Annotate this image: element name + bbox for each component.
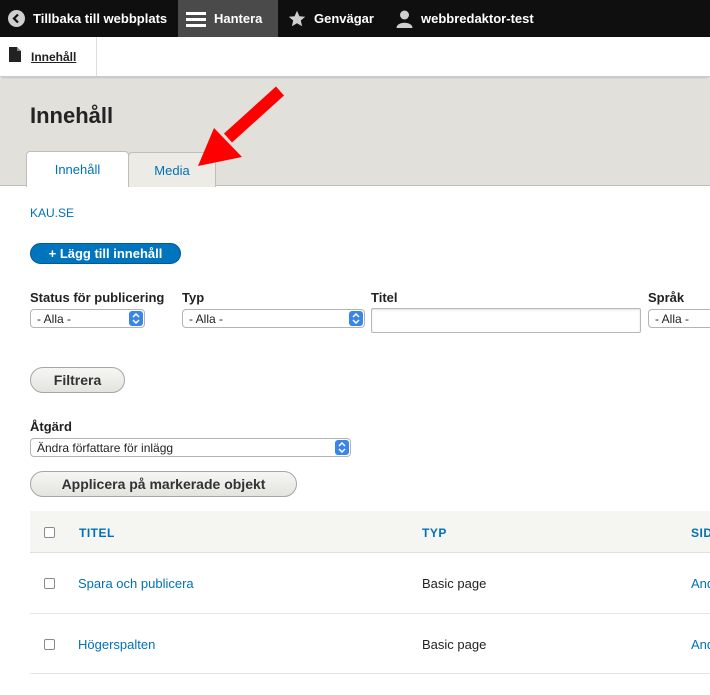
apply-to-selected-button[interactable]: Applicera på markerade objekt [30,471,297,497]
manage-label: Hantera [214,11,263,26]
select-all-checkbox[interactable] [44,527,55,538]
select-arrows-icon [349,311,363,326]
row-third-col-link[interactable]: And [691,637,710,652]
toolbar-tray: Innehåll [0,37,710,77]
type-filter-label: Typ [182,290,205,305]
language-filter-label: Språk [648,290,685,305]
row-checkbox[interactable] [44,578,55,589]
tray-item-content[interactable]: Innehåll [0,37,97,76]
type-filter-value: - Alla - [189,311,224,326]
bulk-action-value: Ändra författare för inlägg [37,440,174,455]
tray-content-link[interactable]: Innehåll [31,50,76,64]
column-header-title[interactable]: TITEL [79,526,115,540]
row-type: Basic page [422,576,487,591]
row-type: Basic page [422,637,487,652]
hamburger-icon [186,11,206,27]
row-title-link[interactable]: Spara och publicera [78,576,194,591]
row-third-col-link[interactable]: And [691,576,710,591]
title-filter-label: Titel [371,290,398,305]
bulk-action-label: Åtgärd [30,419,72,434]
site-link[interactable]: KAU.SE [30,206,74,220]
document-icon [9,46,21,67]
table-row: Högerspalten Basic page And [30,614,710,674]
manage-menu-button[interactable]: Hantera [178,0,278,37]
back-to-site-label: Tillbaka till webbplats [33,11,168,26]
page-title: Innehåll [30,103,114,128]
shortcuts-menu-button[interactable]: Genvägar [288,0,374,37]
table-row: Spara och publicera Basic page And [30,554,710,614]
star-icon [288,10,306,28]
back-to-site-link[interactable]: Tillbaka till webbplats [8,0,167,37]
language-filter-select[interactable]: - Alla - [648,309,710,328]
status-filter-value: - Alla - [37,311,72,326]
select-arrows-icon [335,440,349,455]
page-header: Innehåll Innehåll Media [0,79,710,187]
select-arrows-icon [129,311,143,326]
add-content-button[interactable]: + Lägg till innehåll [30,243,181,264]
table-header: TITEL TYP SID [30,511,710,553]
status-filter-select[interactable]: - Alla - [30,309,145,328]
status-filter-label: Status för publicering [30,290,165,305]
user-icon [396,10,413,28]
tab-media[interactable]: Media [128,152,216,187]
shortcuts-label: Genvägar [314,11,374,26]
tab-media-label: Media [154,162,190,178]
tab-content-label: Innehåll [54,162,101,177]
type-filter-select[interactable]: - Alla - [182,309,365,328]
user-label: webbredaktor-test [421,11,534,26]
tab-content[interactable]: Innehåll [26,151,129,187]
column-header-type[interactable]: TYP [422,526,447,540]
admin-toolbar: Tillbaka till webbplats Hantera Genvägar… [0,0,710,37]
title-filter-input[interactable] [371,308,641,333]
back-arrow-icon [8,10,25,27]
row-checkbox[interactable] [44,639,55,650]
user-menu-button[interactable]: webbredaktor-test [396,0,534,37]
language-filter-value: - Alla - [655,311,690,326]
column-header-third[interactable]: SID [691,526,710,540]
row-title-link[interactable]: Högerspalten [78,637,155,652]
filter-button[interactable]: Filtrera [30,367,125,393]
bulk-action-select[interactable]: Ändra författare för inlägg [30,438,351,457]
